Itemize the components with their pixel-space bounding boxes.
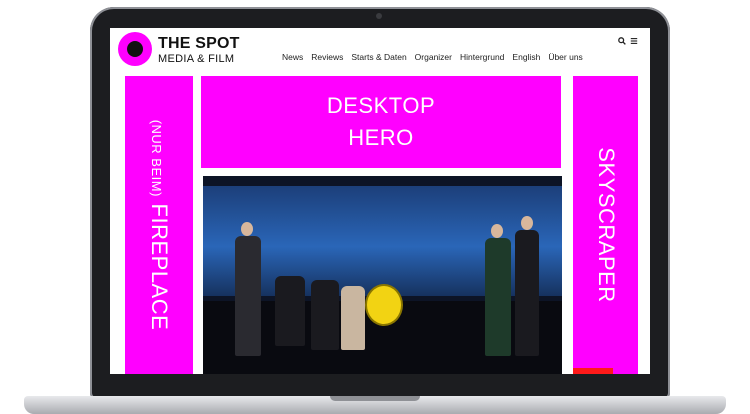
nav-item-starts-daten[interactable]: Starts & Daten [347,52,410,62]
laptop-notch [330,396,420,401]
nav-item-ueber-uns[interactable]: Über uns [544,52,587,62]
desktop-hero-ad-slot[interactable]: DESKTOP HERO [201,76,561,168]
actor-figure [485,238,511,356]
fireplace-ad-slot[interactable]: (NUR BEIM) FIREPLACE [125,76,193,374]
laptop-screen: THE SPOT MEDIA & FILM News Reviews Start… [110,28,650,374]
nav-item-reviews[interactable]: Reviews [307,52,347,62]
red-accent-bar [573,368,613,374]
article-hero-image[interactable] [203,176,562,374]
crouching-figure [341,286,365,350]
search-icon[interactable] [618,37,626,45]
header-tools [618,37,638,45]
fireplace-ad-prefix: (NUR BEIM) [149,119,164,197]
nav-item-english[interactable]: English [508,52,544,62]
brand-title[interactable]: THE SPOT [158,35,240,53]
skyscraper-ad-slot[interactable]: SKYSCRAPER [573,76,638,374]
actor-head [491,224,503,238]
nav-item-organizer[interactable]: Organizer [411,52,456,62]
brand-logo-icon[interactable] [118,32,152,66]
stage-fan [365,284,403,326]
brand-subtitle: MEDIA & FILM [158,53,235,65]
site-header: THE SPOT MEDIA & FILM News Reviews Start… [110,28,650,70]
nav-item-news[interactable]: News [278,52,307,62]
actor-head [521,216,533,230]
menu-icon[interactable] [630,37,638,45]
main-nav: News Reviews Starts & Daten Organizer Hi… [278,52,587,62]
fireplace-ad-label: (NUR BEIM) FIREPLACE [146,120,172,331]
presenter-figure [235,236,261,356]
crouching-figure [311,280,339,350]
presenter-head [241,222,253,236]
nav-item-hintergrund[interactable]: Hintergrund [456,52,508,62]
camera-dot [376,13,382,19]
skyscraper-ad-text: SKYSCRAPER [593,147,619,303]
crouching-figure [275,276,305,346]
hero-ad-line-2: HERO [348,125,414,150]
fireplace-ad-text: FIREPLACE [147,203,172,331]
actor-figure [515,230,539,356]
hero-ad-line-1: DESKTOP [326,93,436,118]
